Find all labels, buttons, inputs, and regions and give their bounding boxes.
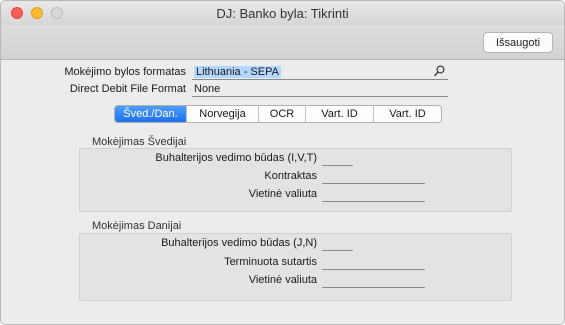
direct-debit-value: None xyxy=(194,83,221,95)
denmark-currency-field[interactable] xyxy=(322,273,425,288)
toolbar: Išsaugoti xyxy=(1,25,564,60)
sweden-contract-field[interactable] xyxy=(322,169,425,184)
tab-norvegija[interactable]: Norvegija xyxy=(187,106,259,122)
sweden-accounting-field[interactable] xyxy=(322,151,353,166)
window-title: DJ: Banko byla: Tikrinti xyxy=(216,6,349,21)
payment-format-value: Lithuania - SEPA xyxy=(194,66,281,78)
tab-vart-id-1[interactable]: Vart. ID xyxy=(306,106,374,122)
title-bar[interactable]: DJ: Banko byla: Tikrinti xyxy=(1,1,564,25)
denmark-term-contract-field[interactable] xyxy=(322,255,425,270)
sweden-section-title: Mokėjimas Švedijai xyxy=(92,136,187,148)
denmark-accounting-label: Buhalterijos vedimo būdas (J,N) xyxy=(161,237,317,249)
tab-vart-id-2[interactable]: Vart. ID xyxy=(374,106,441,122)
tab-sved-dan[interactable]: Šved./Dan. xyxy=(115,106,187,122)
denmark-section-title: Mokėjimas Danijai xyxy=(92,220,182,232)
payment-format-label: Mokėjimo bylos formatas xyxy=(64,66,186,78)
magnifier-icon[interactable] xyxy=(433,65,446,81)
direct-debit-label: Direct Debit File Format xyxy=(69,83,186,95)
denmark-currency-label: Vietinė valiuta xyxy=(248,274,317,286)
sweden-contract-label: Kontraktas xyxy=(264,170,317,182)
denmark-term-contract-label: Terminuota sutartis xyxy=(224,256,317,268)
denmark-accounting-field[interactable] xyxy=(322,236,353,251)
payment-format-field[interactable]: Lithuania - SEPA xyxy=(192,65,448,80)
direct-debit-field[interactable]: None xyxy=(192,82,448,97)
tab-bar: Šved./Dan. Norvegija OCR Vart. ID Vart. … xyxy=(114,105,442,123)
form-content: Mokėjimo bylos formatas Lithuania - SEPA… xyxy=(1,61,564,324)
window: DJ: Banko byla: Tikrinti Išsaugoti Mokėj… xyxy=(0,0,565,325)
tab-ocr[interactable]: OCR xyxy=(259,106,306,122)
sweden-currency-field[interactable] xyxy=(322,187,425,202)
sweden-accounting-label: Buhalterijos vedimo būdas (I,V,T) xyxy=(155,152,317,164)
save-button[interactable]: Išsaugoti xyxy=(483,32,553,53)
sweden-currency-label: Vietinė valiuta xyxy=(248,188,317,200)
